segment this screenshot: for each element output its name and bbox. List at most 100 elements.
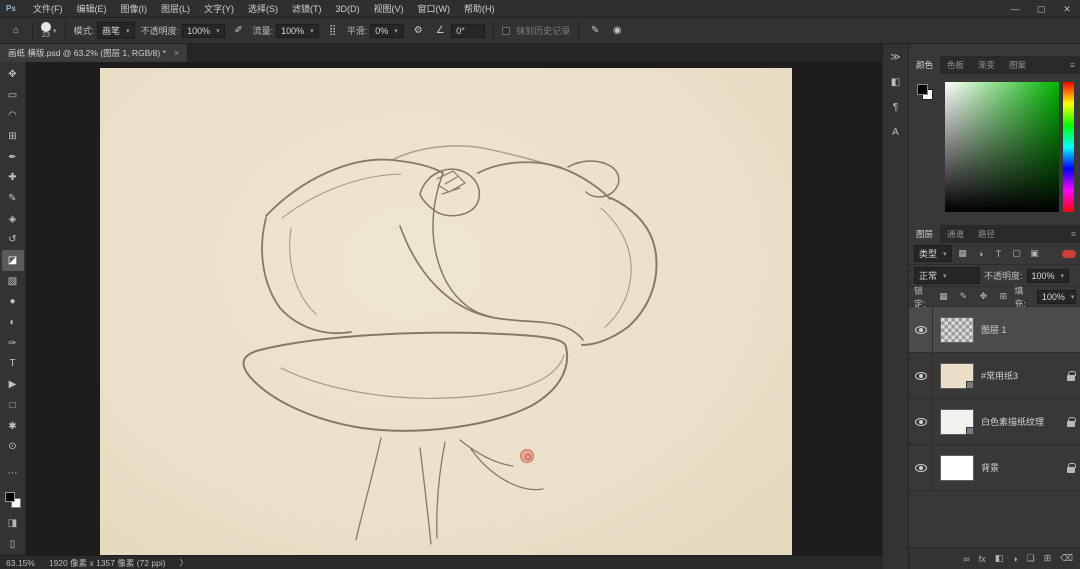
opacity-select[interactable]: 100% ▾ <box>182 23 225 38</box>
screen-mode-icon[interactable]: ▯ <box>2 534 24 555</box>
panel-menu-icon[interactable]: ≡ <box>1071 229 1076 239</box>
move-tool[interactable]: ✥ <box>2 64 24 85</box>
tab-layers[interactable]: 图层 <box>909 225 941 243</box>
checkbox-icon[interactable] <box>502 26 511 35</box>
lasso-tool[interactable]: ◠ <box>2 105 24 126</box>
smoothing-select[interactable]: 0% ▾ <box>370 23 405 38</box>
delete-layer-icon[interactable]: ⌫ <box>1060 553 1073 564</box>
layer-thumbnail[interactable] <box>940 362 974 389</box>
color-picker-field[interactable] <box>945 82 1059 212</box>
eraser-tool[interactable]: ◪ <box>1 250 24 271</box>
layer-filter-toggle[interactable] <box>1062 249 1076 258</box>
quick-mask-icon[interactable]: ◨ <box>2 514 24 535</box>
tab-swatches[interactable]: 色板 <box>940 56 971 74</box>
visibility-toggle[interactable] <box>909 445 933 490</box>
layer-mask-icon[interactable]: ◧ <box>995 553 1004 564</box>
clone-stamp-tool[interactable]: ◈ <box>2 209 24 230</box>
color-swatches[interactable] <box>4 491 21 508</box>
menu-window[interactable]: 窗口(W) <box>411 0 458 18</box>
tab-patterns[interactable]: 图案 <box>1002 56 1033 74</box>
menu-3d[interactable]: 3D(D) <box>329 0 367 18</box>
layer-row-background[interactable]: 背景 <box>909 445 1080 491</box>
filter-shape-icon[interactable]: ▢ <box>1010 248 1024 259</box>
lock-position-icon[interactable]: ✥ <box>976 291 990 302</box>
airbrush-icon[interactable]: ⣿ <box>325 25 341 36</box>
filter-smart-object-icon[interactable]: ▣ <box>1028 248 1042 259</box>
shape-tool[interactable]: □ <box>2 395 24 416</box>
layer-row-layer1[interactable]: 图层 1 <box>909 307 1080 353</box>
fill-select[interactable]: 100% ▾ <box>1036 289 1076 304</box>
path-select-tool[interactable]: ▶ <box>2 374 24 395</box>
properties-panel-icon[interactable]: ◧ <box>891 77 900 88</box>
layer-thumbnail[interactable] <box>940 408 974 435</box>
layer-row-paper[interactable]: #常用纸3 <box>909 353 1080 399</box>
menu-view[interactable]: 视图(V) <box>367 0 411 18</box>
erase-to-history-option[interactable]: 抹到历史记录 <box>502 24 570 37</box>
canvas-area[interactable] <box>26 62 882 555</box>
zoom-tool[interactable]: ⊙ <box>2 436 24 457</box>
tab-channels[interactable]: 通道 <box>940 225 971 243</box>
menu-file[interactable]: 文件(F) <box>26 0 70 18</box>
zoom-level[interactable]: 63.15% <box>6 558 35 568</box>
tool-preset-picker[interactable]: 23 ▾ <box>41 22 57 39</box>
pen-pressure-opacity-icon[interactable]: ✐ <box>231 25 247 36</box>
tablet-pressure-icon[interactable]: ◉ <box>609 25 625 36</box>
menu-image[interactable]: 图像(I) <box>114 0 155 18</box>
marquee-tool[interactable]: ▭ <box>2 85 24 106</box>
hand-tool[interactable]: ✱ <box>2 416 24 437</box>
filter-kind-select[interactable]: 类型 ▾ <box>914 245 952 262</box>
collapse-panels-icon[interactable]: ≫ <box>890 52 900 63</box>
layer-group-icon[interactable]: ❏ <box>1027 553 1035 564</box>
color-panel-swatches[interactable] <box>917 84 933 100</box>
menu-select[interactable]: 选择(S) <box>241 0 285 18</box>
visibility-toggle[interactable] <box>909 399 933 444</box>
tab-paths[interactable]: 路径 <box>971 225 1002 243</box>
angle-input[interactable]: 0° <box>451 23 486 38</box>
dodge-tool[interactable]: ◐ <box>2 312 24 333</box>
edit-toolbar-icon[interactable]: ⋯ <box>2 463 24 484</box>
foreground-color-chip[interactable] <box>917 84 928 95</box>
menu-filter[interactable]: 滤镜(T) <box>285 0 329 18</box>
menu-layer[interactable]: 图层(L) <box>154 0 197 18</box>
layer-row-texture[interactable]: 白色素描纸纹理 <box>909 399 1080 445</box>
eyedropper-tool[interactable]: ✒ <box>2 147 24 168</box>
filter-pixel-icon[interactable]: ▦ <box>956 248 970 259</box>
status-chevron-icon[interactable]: 〉 <box>180 557 189 569</box>
pen-tool[interactable]: ✑ <box>2 333 24 354</box>
smoothing-gear-icon[interactable]: ⚙ <box>410 25 426 36</box>
lock-all-icon[interactable]: ⊞ <box>996 291 1010 302</box>
minimize-button[interactable]: — <box>1002 0 1028 18</box>
layer-thumbnail[interactable] <box>940 454 974 481</box>
lock-pixels-icon[interactable]: ✎ <box>956 291 970 302</box>
document-tab[interactable]: 画纸 横版.psd @ 63.2% (图层 1, RGB/8) * × <box>0 44 189 62</box>
new-layer-icon[interactable]: ⊞ <box>1044 553 1052 564</box>
character-panel-icon[interactable]: A <box>892 127 899 138</box>
tab-gradients[interactable]: 渐变 <box>971 56 1002 74</box>
menu-edit[interactable]: 编辑(E) <box>70 0 114 18</box>
type-tool[interactable]: T <box>2 354 24 375</box>
maximize-button[interactable]: ▢ <box>1028 0 1054 18</box>
paragraph-panel-icon[interactable]: ¶ <box>893 102 898 113</box>
menu-type[interactable]: 文字(Y) <box>197 0 241 18</box>
layer-effects-icon[interactable]: fx <box>979 554 986 564</box>
brush-settings-panel-icon[interactable]: ✎ <box>587 25 603 36</box>
tab-close-icon[interactable]: × <box>174 48 179 58</box>
crop-tool[interactable]: ⊞ <box>2 126 24 147</box>
healing-brush-tool[interactable]: ✚ <box>2 167 24 188</box>
visibility-toggle[interactable] <box>909 307 933 352</box>
filter-type-icon[interactable]: T <box>992 249 1006 259</box>
layer-thumbnail[interactable] <box>940 316 974 343</box>
panel-menu-icon[interactable]: ≡ <box>1070 60 1075 70</box>
foreground-color-swatch[interactable] <box>4 491 15 502</box>
blend-mode-select[interactable]: 正常 ▾ <box>914 267 980 284</box>
close-button[interactable]: ✕ <box>1054 0 1080 18</box>
mode-select[interactable]: 画笔 ▾ <box>97 22 135 39</box>
hue-slider[interactable] <box>1063 82 1074 212</box>
flow-select[interactable]: 100% ▾ <box>276 23 319 38</box>
history-brush-tool[interactable]: ↺ <box>2 230 24 251</box>
menu-help[interactable]: 帮助(H) <box>457 0 502 18</box>
link-layers-icon[interactable]: ∞ <box>963 554 969 564</box>
home-icon[interactable]: ⌂ <box>8 25 24 36</box>
visibility-toggle[interactable] <box>909 353 933 398</box>
lock-transparency-icon[interactable]: ▦ <box>936 291 950 302</box>
